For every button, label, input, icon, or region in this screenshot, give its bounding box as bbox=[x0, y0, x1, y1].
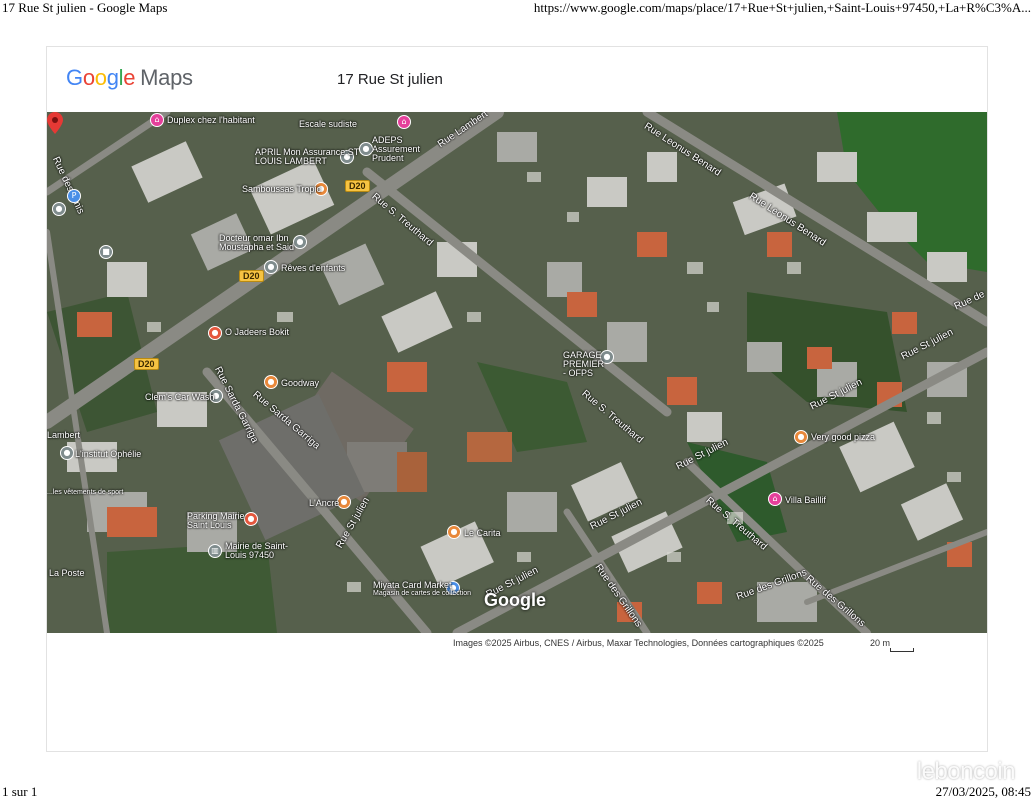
hotel-pin-icon[interactable]: ⌂ bbox=[768, 492, 782, 506]
browser-url: https://www.google.com/maps/place/17+Rue… bbox=[533, 0, 1031, 15]
hotel-pin-icon[interactable]: ⌂ bbox=[397, 115, 411, 129]
shop-pin-icon[interactable]: ● bbox=[264, 375, 278, 389]
restaurant-pin-icon[interactable]: ● bbox=[208, 326, 222, 340]
poi-label: Magasin de cartes de collection bbox=[373, 590, 472, 597]
hotel-pin-icon[interactable]: ⌂ bbox=[150, 113, 164, 127]
service-pin-icon[interactable]: ● bbox=[359, 142, 373, 156]
poi-label: Rêves d'enfants bbox=[281, 263, 346, 273]
poi-label: ADEPS Assurement Prudent bbox=[372, 135, 421, 163]
logo-letter: o bbox=[94, 65, 107, 90]
poi-label: La Poste bbox=[49, 568, 85, 578]
poi-label: L'Ancre bbox=[309, 498, 340, 508]
poi-label: Parking Mairie Saint Louis bbox=[187, 511, 245, 530]
leboncoin-watermark: leboncoin bbox=[916, 758, 1016, 785]
logo-letter: G bbox=[66, 65, 83, 90]
place-address: 17 Rue St julien bbox=[337, 71, 443, 88]
poi-label: Le Carita bbox=[464, 528, 501, 538]
google-maps-logo: Google Maps bbox=[66, 65, 193, 91]
poi-label: APRIL Mon Assurance ST LOUIS LAMBERT bbox=[255, 147, 360, 166]
route-shield: D20 bbox=[134, 358, 159, 370]
poi-label: Duplex chez l'habitant bbox=[167, 115, 255, 125]
print-datetime: 27/03/2025, 08:45 bbox=[935, 784, 1031, 799]
poi-label: Escale sudiste bbox=[299, 119, 358, 129]
bus-stop-icon[interactable]: ■ bbox=[99, 245, 113, 259]
scale-label: 20 m bbox=[870, 638, 891, 648]
location-marker-icon[interactable] bbox=[47, 112, 63, 134]
scale-bar bbox=[890, 648, 914, 652]
poi-label: Villa Baillif bbox=[785, 495, 826, 505]
logo-letter: g bbox=[106, 65, 119, 90]
poi-label: Docteur omar Ibn Moustapha et Said bbox=[219, 233, 295, 252]
satellite-imagery bbox=[47, 112, 987, 633]
logo-letter: o bbox=[82, 65, 95, 90]
poi-label: Mairie de Saint-Louis 97450 bbox=[225, 541, 289, 560]
poi-label: Samboussas Tropic bbox=[242, 184, 322, 194]
poi-label: Miyata Card Market bbox=[373, 580, 452, 590]
poi-label: ...les vêtements de sport bbox=[47, 489, 124, 496]
route-shield: D20 bbox=[239, 270, 264, 282]
poi-label: Very good pizza bbox=[811, 432, 876, 442]
poi-label: L'institut Ophélie bbox=[75, 449, 142, 459]
google-watermark: Google bbox=[484, 590, 546, 610]
maps-print-frame: Google Maps 17 Rue St julien Rue des Ami… bbox=[46, 46, 988, 752]
townhall-pin-icon[interactable]: ▥ bbox=[208, 544, 222, 558]
poi-label: Clem's Car Wash bbox=[145, 392, 215, 402]
logo-letter: e bbox=[123, 65, 136, 90]
service-pin-icon[interactable]: ● bbox=[264, 260, 278, 274]
restaurant-pin-icon[interactable]: ● bbox=[447, 525, 461, 539]
poi-label: Goodway bbox=[281, 378, 320, 388]
map-attribution: Images ©2025 Airbus, CNES / Airbus, Maxa… bbox=[453, 638, 824, 648]
restaurant-pin-icon[interactable]: ● bbox=[794, 430, 808, 444]
browser-title: 17 Rue St julien - Google Maps bbox=[2, 0, 168, 15]
poi-label: O Jadeers Bokit bbox=[225, 327, 290, 337]
logo-suffix: Maps bbox=[140, 65, 193, 90]
parking-pin-icon[interactable]: P bbox=[67, 189, 81, 203]
transit-pin-icon[interactable]: ● bbox=[52, 202, 66, 216]
route-shield: D20 bbox=[345, 180, 370, 192]
poi-label: GARAGE PREMIER - OFPS bbox=[563, 350, 605, 378]
satellite-map[interactable]: Rue des Amis Rue Lambert Rue Leonus Bena… bbox=[47, 112, 987, 633]
poi-label: Lambert bbox=[47, 430, 81, 440]
service-pin-icon[interactable]: ● bbox=[60, 446, 74, 460]
page-count: 1 sur 1 bbox=[2, 784, 38, 799]
